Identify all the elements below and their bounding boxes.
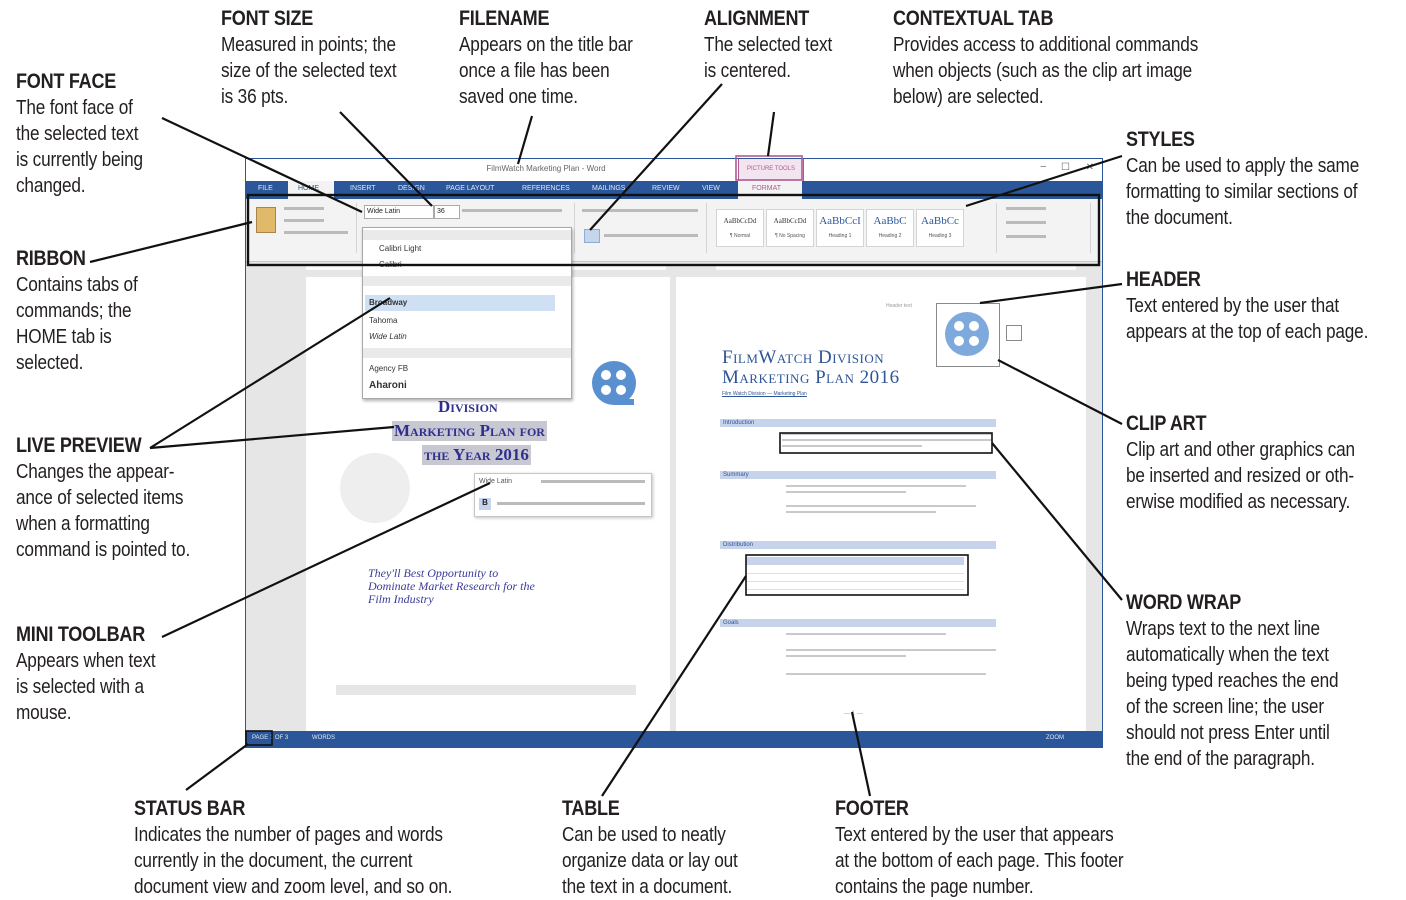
leader-lines — [89, 83, 1123, 797]
